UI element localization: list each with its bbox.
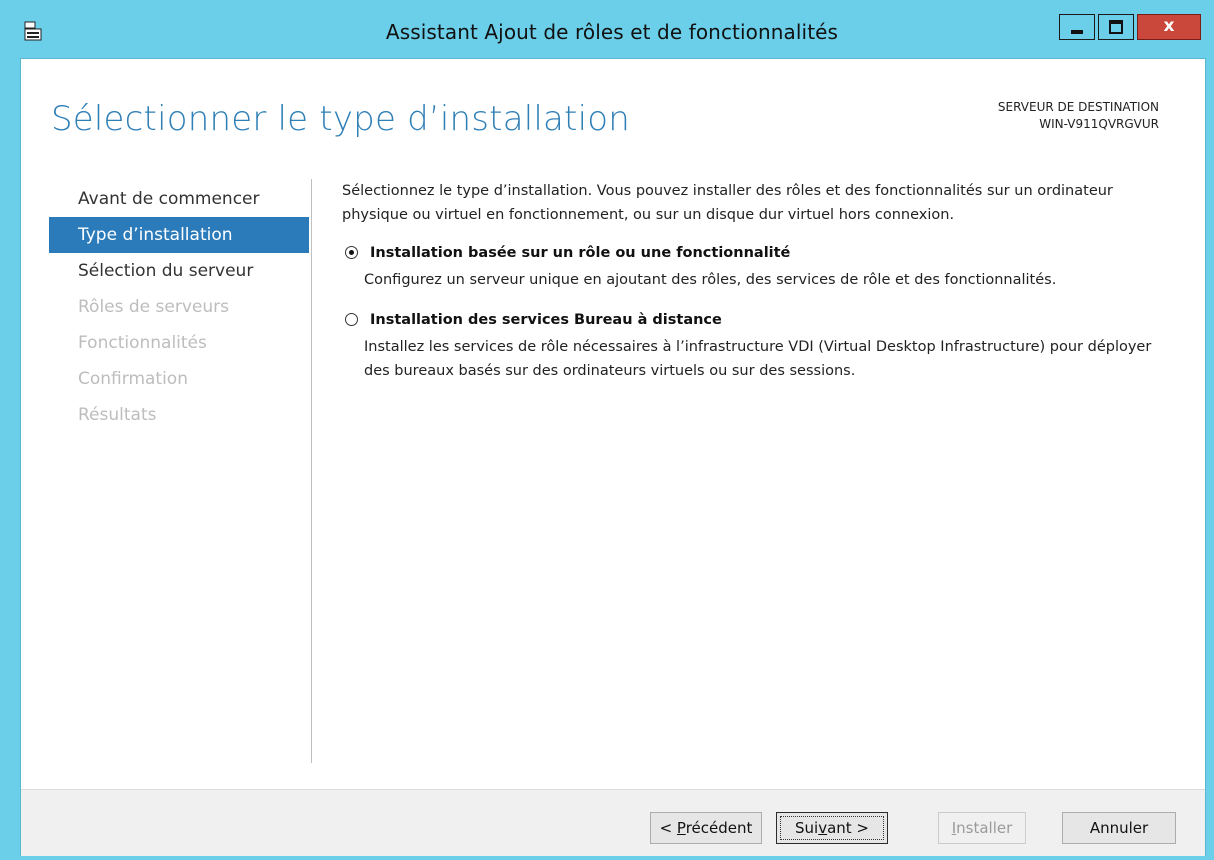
install-button: Installer	[938, 812, 1026, 844]
next-button[interactable]: Suivant >	[776, 812, 888, 844]
nav-item-fonctionnalites: Fonctionnalités	[78, 333, 207, 353]
title-bar[interactable]: Assistant Ajout de rôles et de fonctionn…	[0, 0, 1214, 60]
nav-item-selection-serveur[interactable]: Sélection du serveur	[49, 253, 309, 289]
previous-button[interactable]: < Précédent	[650, 812, 762, 844]
cancel-button[interactable]: Annuler	[1062, 812, 1176, 844]
window-title: Assistant Ajout de rôles et de fonctionn…	[385, 20, 839, 44]
minimize-button[interactable]	[1059, 14, 1095, 40]
radio-role-based[interactable]	[345, 246, 358, 259]
wizard-footer: < Précédent Suivant > Installer Annuler	[21, 789, 1205, 856]
maximize-button[interactable]	[1098, 14, 1134, 40]
destination-server-name: WIN-V911QVRGVUR	[1039, 117, 1159, 131]
option-role-based-label[interactable]: Installation basée sur un rôle ou une fo…	[342, 241, 1162, 265]
close-button[interactable]: x	[1137, 14, 1201, 40]
destination-label: SERVEUR DE DESTINATION	[997, 100, 1159, 114]
install-rest: nstaller	[956, 819, 1013, 837]
option-role-based-description: Configurez un serveur unique en ajoutant…	[364, 272, 1057, 288]
destination-server-info: SERVEUR DE DESTINATION WIN-V911QVRGVUR	[998, 99, 1159, 133]
focus-rect	[780, 816, 884, 840]
option-remote-desktop-description: Installez les services de rôle nécessair…	[364, 339, 1152, 379]
nav-divider	[311, 179, 312, 763]
option-remote-desktop-label[interactable]: Installation des services Bureau à dista…	[342, 308, 1162, 332]
previous-accel: P	[676, 819, 686, 837]
main-content: Sélectionnez le type d’installation. Vou…	[342, 179, 1162, 399]
close-icon: x	[1163, 16, 1175, 36]
option-remote-desktop[interactable]: Installation des services Bureau à dista…	[342, 308, 1162, 383]
previous-prefix: <	[659, 819, 677, 837]
nav-item-avant-de-commencer[interactable]: Avant de commencer	[49, 181, 309, 217]
wizard-window: Assistant Ajout de rôles et de fonctionn…	[0, 0, 1214, 860]
intro-text: Sélectionnez le type d’installation. Vou…	[342, 183, 1113, 223]
nav-item-resultats: Résultats	[78, 405, 157, 425]
wizard-client-area: Sélectionner le type d’installation SERV…	[20, 58, 1206, 856]
minimize-icon	[1071, 30, 1083, 34]
nav-item-confirmation: Confirmation	[78, 369, 188, 389]
radio-remote-desktop[interactable]	[345, 313, 358, 326]
previous-rest: récédent	[685, 819, 753, 837]
nav-item-type-installation[interactable]: Type d’installation	[49, 217, 309, 253]
page-title: Sélectionner le type d’installation	[51, 99, 630, 139]
nav-item-roles-serveurs: Rôles de serveurs	[78, 297, 229, 317]
option-role-based[interactable]: Installation basée sur un rôle ou une fo…	[342, 241, 1162, 292]
wizard-steps-nav: Avant de commencer Type d’installation S…	[49, 181, 309, 433]
maximize-icon	[1109, 20, 1123, 34]
